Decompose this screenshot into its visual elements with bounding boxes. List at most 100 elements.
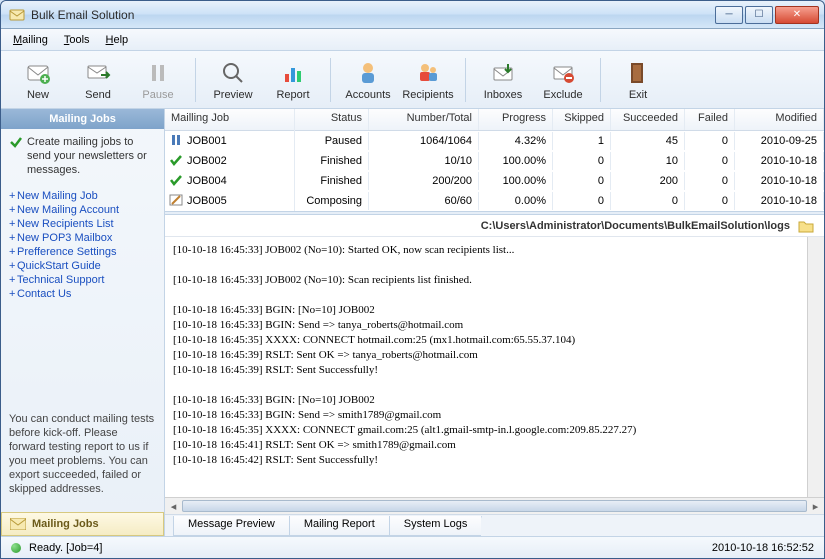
report-icon	[280, 60, 306, 86]
tab[interactable]: System Logs	[389, 516, 483, 536]
column-header[interactable]: Progress	[479, 109, 553, 130]
cell: Finished	[295, 152, 369, 170]
table-row[interactable]: JOB001Paused1064/10644.32%14502010-09-25	[165, 131, 824, 151]
status-datetime: 2010-10-18 16:52:52	[712, 542, 814, 554]
window-title: Bulk Email Solution	[31, 8, 715, 22]
toolbar-separator	[195, 58, 196, 102]
exclude-icon	[550, 60, 576, 86]
grid-header: Mailling JobStatusNumber/TotalProgressSk…	[165, 109, 824, 131]
cell: Paused	[295, 132, 369, 150]
cell: 2010-10-18	[735, 192, 824, 210]
send-button[interactable]: Send	[69, 55, 127, 105]
menu-mailing[interactable]: Mailing	[7, 32, 54, 48]
sidebar-link[interactable]: QuickStart Guide	[9, 259, 156, 273]
cell: 200	[611, 172, 685, 190]
toolbar-separator	[330, 58, 331, 102]
cell: 2010-09-25	[735, 132, 824, 150]
sidebar-link[interactable]: New Mailing Job	[9, 189, 156, 203]
cell: 2010-10-18	[735, 152, 824, 170]
sidebar-link[interactable]: New POP3 Mailbox	[9, 231, 156, 245]
status-text: Ready. [Job=4]	[29, 542, 102, 554]
cell: 0.00%	[479, 192, 553, 210]
cell: 1064/1064	[369, 132, 479, 150]
cell: 0	[685, 192, 735, 210]
column-header[interactable]: Failed	[685, 109, 735, 130]
cell: 200/200	[369, 172, 479, 190]
cell: Composing	[295, 192, 369, 210]
vertical-scrollbar[interactable]	[807, 237, 824, 497]
cell: 0	[553, 192, 611, 210]
jobs-grid: Mailling JobStatusNumber/TotalProgressSk…	[165, 109, 824, 211]
exit-button[interactable]: Exit	[609, 55, 667, 105]
titlebar[interactable]: Bulk Email Solution ─ ☐ ✕	[1, 1, 824, 29]
preview-button[interactable]: Preview	[204, 55, 262, 105]
exclude-button[interactable]: Exclude	[534, 55, 592, 105]
sidebar: Mailing Jobs Create mailing jobs to send…	[1, 109, 165, 536]
check-icon	[9, 135, 23, 149]
sidebar-link[interactable]: Contact Us	[9, 287, 156, 301]
log-textarea[interactable]: [10-10-18 16:45:33] JOB002 (No=10): Star…	[165, 237, 807, 497]
recipients-button[interactable]: Recipients	[399, 55, 457, 105]
toolbar-separator	[600, 58, 601, 102]
column-header[interactable]: Status	[295, 109, 369, 130]
scroll-right-icon[interactable]: ▸	[807, 498, 824, 515]
log-path-bar: C:\Users\Administrator\Documents\BulkEma…	[165, 215, 824, 237]
menu-tools[interactable]: Tools	[58, 32, 96, 48]
pause-icon	[145, 60, 171, 86]
cell: 60/60	[369, 192, 479, 210]
cell: 0	[685, 132, 735, 150]
cell: 0	[553, 152, 611, 170]
preview-icon	[220, 60, 246, 86]
cell: 2010-10-18	[735, 172, 824, 190]
status-bar: Ready. [Job=4] 2010-10-18 16:52:52	[1, 536, 824, 558]
window-buttons: ─ ☐ ✕	[715, 6, 819, 24]
cell: 0	[685, 152, 735, 170]
sidebar-link[interactable]: Technical Support	[9, 273, 156, 287]
tab[interactable]: Message Preview	[173, 516, 290, 536]
tab[interactable]: Mailing Report	[289, 516, 390, 536]
column-header[interactable]: Modified	[735, 109, 824, 130]
cell: 1	[553, 132, 611, 150]
column-header[interactable]: Mailling Job	[165, 109, 295, 130]
cell: 4.32%	[479, 132, 553, 150]
new-button[interactable]: New	[9, 55, 67, 105]
open-folder-icon[interactable]	[798, 218, 814, 234]
cell: 45	[611, 132, 685, 150]
sidebar-header: Mailing Jobs	[1, 109, 164, 129]
report-button[interactable]: Report	[264, 55, 322, 105]
horizontal-scrollbar[interactable]: ◂ ▸	[165, 497, 824, 514]
minimize-button[interactable]: ─	[715, 6, 743, 24]
app-icon	[9, 7, 25, 23]
pause-button[interactable]: Pause	[129, 55, 187, 105]
cell: 100.00%	[479, 172, 553, 190]
table-row[interactable]: JOB002Finished10/10100.00%01002010-10-18	[165, 151, 824, 171]
compose-icon	[169, 193, 183, 210]
accounts-button[interactable]: Accounts	[339, 55, 397, 105]
send-icon	[85, 60, 111, 86]
table-row[interactable]: JOB005Composing60/600.00%0002010-10-18	[165, 191, 824, 211]
cell: 0	[685, 172, 735, 190]
sidebar-link[interactable]: New Mailing Account	[9, 203, 156, 217]
inboxes-button[interactable]: Inboxes	[474, 55, 532, 105]
column-header[interactable]: Skipped	[553, 109, 611, 130]
sidebar-link[interactable]: Prefference Settings	[9, 245, 156, 259]
cell: Finished	[295, 172, 369, 190]
table-row[interactable]: JOB004Finished200/200100.00%020002010-10…	[165, 171, 824, 191]
column-header[interactable]: Succeeded	[611, 109, 685, 130]
toolbar: New Send Pause Preview Report Accounts R…	[1, 51, 824, 109]
job-name-cell: JOB005	[165, 190, 295, 213]
sidebar-bottom-button[interactable]: Mailing Jobs	[1, 512, 164, 536]
sidebar-link[interactable]: New Recipients List	[9, 217, 156, 231]
cell: 0	[553, 172, 611, 190]
column-header[interactable]: Number/Total	[369, 109, 479, 130]
maximize-button[interactable]: ☐	[745, 6, 773, 24]
menu-help[interactable]: Help	[100, 32, 135, 48]
cell: 10	[611, 152, 685, 170]
close-button[interactable]: ✕	[775, 6, 819, 24]
grid-body: JOB001Paused1064/10644.32%14502010-09-25…	[165, 131, 824, 211]
cell: 100.00%	[479, 152, 553, 170]
scroll-left-icon[interactable]: ◂	[165, 498, 182, 515]
log-path: C:\Users\Administrator\Documents\BulkEma…	[481, 220, 790, 232]
scroll-thumb[interactable]	[182, 500, 807, 512]
sidebar-links: New Mailing JobNew Mailing AccountNew Re…	[1, 187, 164, 309]
